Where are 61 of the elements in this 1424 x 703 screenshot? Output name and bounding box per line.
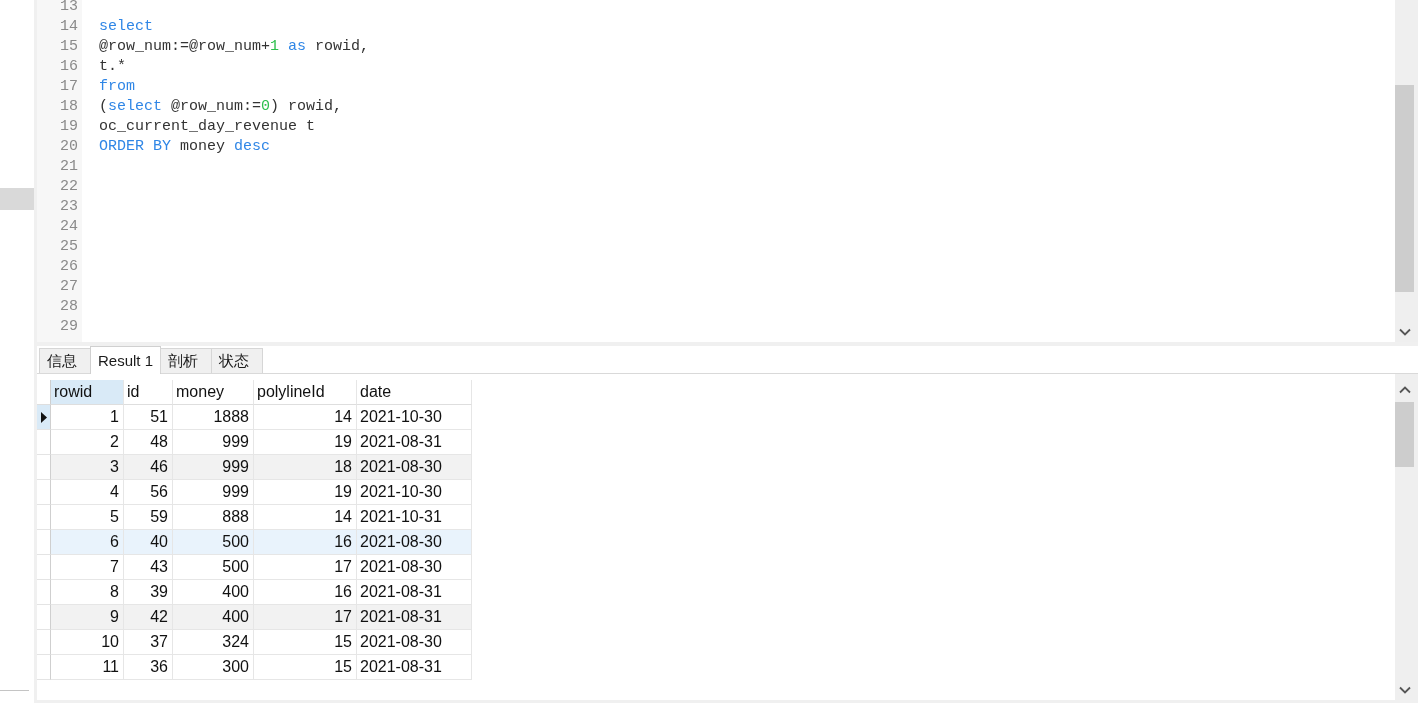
table-row[interactable]: 5 59 888 14 2021-10-31 [37, 505, 472, 530]
table-row[interactable]: 6 40 500 16 2021-08-30 [37, 530, 472, 555]
line-number: 29 [59, 317, 79, 337]
line-number: 21 [59, 157, 79, 177]
table-row[interactable]: 9 42 400 17 2021-08-31 [37, 605, 472, 630]
column-header[interactable]: money [173, 380, 254, 405]
code-line: from [99, 77, 135, 97]
column-header[interactable]: id [124, 380, 173, 405]
sql-editor[interactable]: 13 14 15 16 17 18 19 20 21 22 23 24 25 26 27 28 29 select @row_num:=@row_num+1 as rowid, t.* from (select @row_num:=0) rowid, oc_current_day_revenue t ORDER BY money desc [37, 0, 1418, 342]
scrollbar-thumb[interactable] [1395, 402, 1414, 467]
code-line: @row_num:=@row_num+1 as rowid, [99, 37, 370, 57]
scrollbar[interactable] [1395, 374, 1418, 700]
row-selector[interactable] [37, 405, 51, 430]
line-number: 27 [59, 277, 79, 297]
line-number: 15 [59, 37, 79, 57]
line-number: 28 [59, 297, 79, 317]
table-cell: 15 [254, 655, 357, 680]
result-tab[interactable]: 剖析 [160, 348, 213, 373]
table-row[interactable]: 11 36 300 15 2021-08-31 [37, 655, 472, 680]
chevron-down-icon[interactable] [1399, 328, 1411, 336]
line-number: 16 [59, 57, 79, 77]
line-number: 22 [59, 177, 79, 197]
chevron-down-icon[interactable] [1399, 686, 1411, 694]
scrollbar-thumb[interactable] [1395, 85, 1414, 292]
table-cell: 36 [124, 655, 173, 680]
result-tab[interactable]: Result 1 [90, 346, 162, 374]
line-number: 14 [59, 17, 79, 37]
sidebar-highlight[interactable] [0, 188, 34, 210]
corner-cell[interactable] [37, 380, 51, 405]
line-number: 26 [59, 257, 79, 277]
table-cell: 11 [51, 655, 124, 680]
code-line: (select @row_num:=0) rowid, [99, 97, 343, 117]
column-header[interactable]: polylineId [254, 380, 357, 405]
line-number: 20 [59, 137, 79, 157]
line-number: 24 [59, 217, 79, 237]
table-row[interactable]: 7 43 500 17 2021-08-30 [37, 555, 472, 580]
result-tab[interactable]: 信息 [39, 348, 91, 373]
table-row[interactable]: 4 56 999 19 2021-10-30 [37, 480, 472, 505]
scrollbar[interactable] [1395, 0, 1418, 342]
line-number: 23 [59, 197, 79, 217]
column-header[interactable]: rowid [51, 380, 124, 405]
code-line: ORDER BY money desc [99, 137, 271, 157]
table-cell: 300 [173, 655, 254, 680]
code-line: t.* [99, 57, 126, 77]
line-number: 19 [59, 117, 79, 137]
line-number: 17 [59, 77, 79, 97]
table-row[interactable]: 10 37 324 15 2021-08-30 [37, 630, 472, 655]
code-line: oc_current_day_revenue t [99, 117, 316, 137]
column-header[interactable]: date [357, 380, 472, 405]
table-row[interactable]: 2 48 999 19 2021-08-31 [37, 430, 472, 455]
result-tab[interactable]: 状态 [211, 348, 264, 373]
triangle-icon [40, 411, 47, 423]
table-row[interactable]: 8 39 400 16 2021-08-31 [37, 580, 472, 605]
chevron-up-icon[interactable] [1399, 386, 1411, 394]
table-cell: 2021-08-31 [357, 655, 472, 680]
line-number: 13 [59, 0, 79, 17]
code-line: select [99, 17, 153, 37]
table-row[interactable]: 3 46 999 18 2021-08-30 [37, 455, 472, 480]
line-number: 18 [59, 97, 79, 117]
line-number: 25 [59, 237, 79, 257]
table-row[interactable]: 1 51 1888 14 2021-10-30 [37, 405, 472, 430]
